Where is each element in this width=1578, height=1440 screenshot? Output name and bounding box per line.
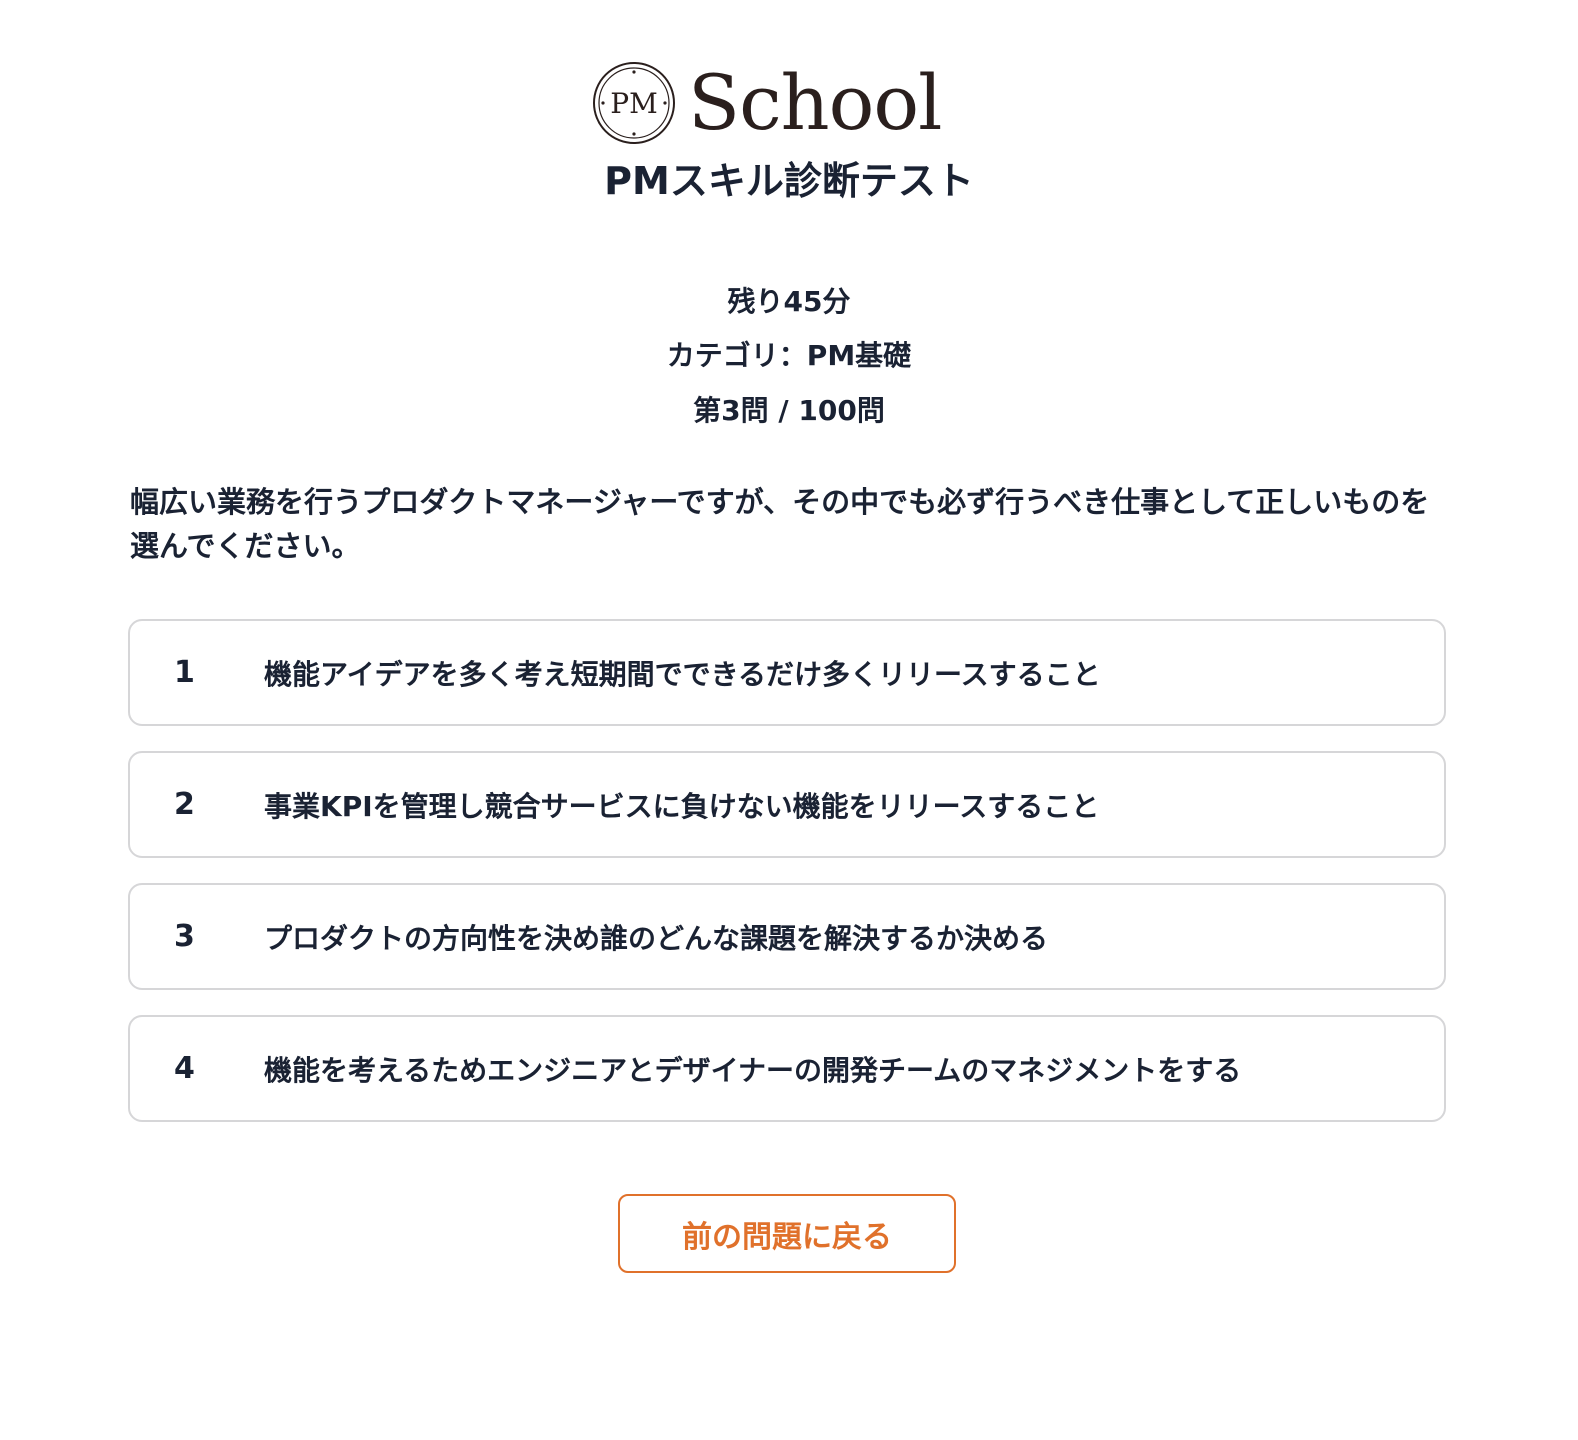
option-number: 2: [174, 787, 195, 822]
pm-circle-logo-icon: PM: [593, 62, 675, 144]
option-number: 3: [174, 919, 195, 954]
brand-logo: PM School: [592, 58, 942, 148]
page-title: PMスキル診断テスト: [604, 159, 974, 203]
logo-wordmark: School: [688, 58, 942, 147]
option-number: 1: [174, 655, 195, 690]
back-to-previous-button[interactable]: 前の問題に戻る: [618, 1194, 956, 1273]
option-number: 4: [174, 1051, 195, 1086]
answer-options: 1 機能アイデアを多く考え短期間でできるだけ多くリリースすること 2 事業KPI…: [128, 619, 1446, 1147]
option-text: 機能アイデアを多く考え短期間でできるだけ多くリリースすること: [264, 657, 1101, 691]
answer-option-4[interactable]: 4 機能を考えるためエンジニアとデザイナーの開発チームのマネジメントをする: [128, 1015, 1446, 1122]
option-text: 事業KPIを管理し競合サービスに負けない機能をリリースすること: [264, 789, 1100, 823]
logo-mark-text: PM: [610, 87, 658, 120]
option-text: 機能を考えるためエンジニアとデザイナーの開発チームのマネジメントをする: [264, 1053, 1242, 1087]
question-progress: 第3問 / 100問: [693, 394, 885, 427]
answer-option-1[interactable]: 1 機能アイデアを多く考え短期間でできるだけ多くリリースすること: [128, 619, 1446, 726]
answer-option-3[interactable]: 3 プロダクトの方向性を決め誰のどんな課題を解決するか決める: [128, 883, 1446, 990]
answer-option-2[interactable]: 2 事業KPIを管理し競合サービスに負けない機能をリリースすること: [128, 751, 1446, 858]
time-remaining: 残り45分: [727, 285, 851, 318]
category-label: カテゴリ：PM基礎: [666, 339, 912, 372]
question-text: 幅広い業務を行うプロダクトマネージャーですが、その中でも必ず行うべき仕事として正…: [130, 485, 1430, 563]
option-text: プロダクトの方向性を決め誰のどんな課題を解決するか決める: [264, 921, 1049, 955]
